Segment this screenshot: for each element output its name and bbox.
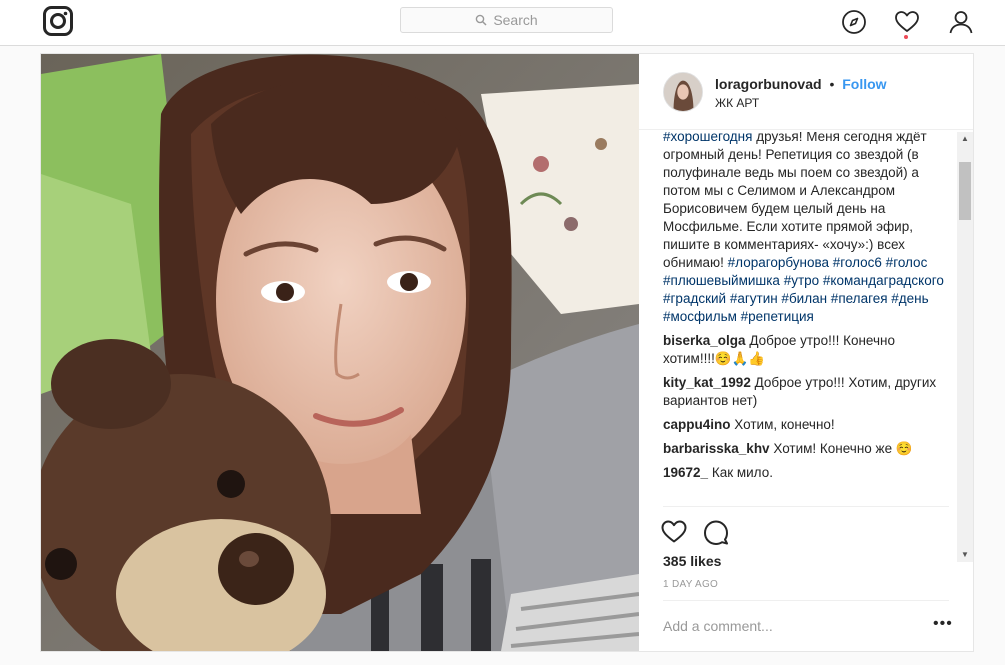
list-item: biserka_olga Доброе утро!!! Конечно хоти… [663, 332, 949, 368]
add-comment-input[interactable] [663, 614, 913, 638]
comment-username[interactable]: kity_kat_1992 [663, 375, 751, 390]
scroll-up-arrow-icon[interactable]: ▲ [957, 132, 973, 146]
search-input[interactable]: Search [400, 7, 613, 33]
top-nav-bar: Search [0, 0, 1005, 46]
instagram-camera-icon[interactable] [43, 6, 73, 36]
search-icon [476, 14, 487, 26]
caption-text: друзья! Меня сегодня ждёт огромный день!… [663, 132, 927, 270]
scroll-thumb[interactable] [959, 162, 971, 220]
scroll-down-arrow-icon[interactable]: ▼ [957, 548, 973, 562]
list-item: kity_kat_1992 Доброе утро!!! Хотим, друг… [663, 374, 949, 410]
comments-list[interactable]: #хорошегодня друзья! Меня сегодня ждёт о… [663, 132, 949, 562]
post-actions [661, 519, 741, 547]
comment-username[interactable]: biserka_olga [663, 333, 746, 348]
username-row: loragorbunovad • Follow [715, 76, 887, 92]
notification-dot [904, 35, 908, 39]
list-item: barbarisska_khv Хотим! Конечно же ☺️ [663, 440, 949, 458]
like-heart-icon[interactable] [661, 519, 687, 545]
comment-text: Как мило. [711, 465, 773, 480]
selfie-photo-illustration [41, 54, 639, 651]
comment-text: Хотим, конечно! [734, 417, 835, 432]
post-header: loragorbunovad • Follow ЖК АРТ [639, 54, 973, 130]
comment-username[interactable]: cappu4ino [663, 417, 731, 432]
hashtag-link[interactable]: #хорошегодня [663, 132, 752, 144]
location-link[interactable]: ЖК АРТ [715, 96, 759, 110]
comment-username[interactable]: 19672_ [663, 465, 708, 480]
post-sidebar: loragorbunovad • Follow ЖК АРТ #хорошего… [639, 54, 973, 651]
list-item: cappu4ino Хотим, конечно! [663, 416, 949, 434]
user-icon[interactable] [948, 9, 974, 35]
username-link[interactable]: loragorbunovad [715, 76, 822, 92]
post-photo[interactable] [41, 54, 639, 651]
comment-username[interactable]: barbarisska_khv [663, 441, 770, 456]
separator-dot: • [829, 76, 835, 92]
list-item: 19672_ Как мило. [663, 464, 949, 482]
post-card: loragorbunovad • Follow ЖК АРТ #хорошего… [40, 53, 974, 652]
avatar[interactable] [663, 72, 703, 112]
comments-scrollbar[interactable]: ▲ ▼ [957, 132, 973, 562]
post-timestamp[interactable]: 1 DAY AGO [663, 579, 718, 590]
compass-icon[interactable] [841, 9, 867, 35]
divider [663, 600, 949, 601]
comment-bubble-icon[interactable] [703, 519, 729, 545]
follow-button[interactable]: Follow [842, 76, 886, 92]
search-placeholder: Search [493, 12, 538, 28]
heart-icon[interactable] [894, 9, 920, 35]
divider [663, 506, 949, 507]
more-options-icon[interactable]: ••• [933, 616, 953, 632]
likes-count[interactable]: 385 likes [663, 553, 721, 569]
comment-text: Хотим! Конечно же ☺️ [773, 441, 913, 456]
caption: #хорошегодня друзья! Меня сегодня ждёт о… [663, 132, 949, 326]
